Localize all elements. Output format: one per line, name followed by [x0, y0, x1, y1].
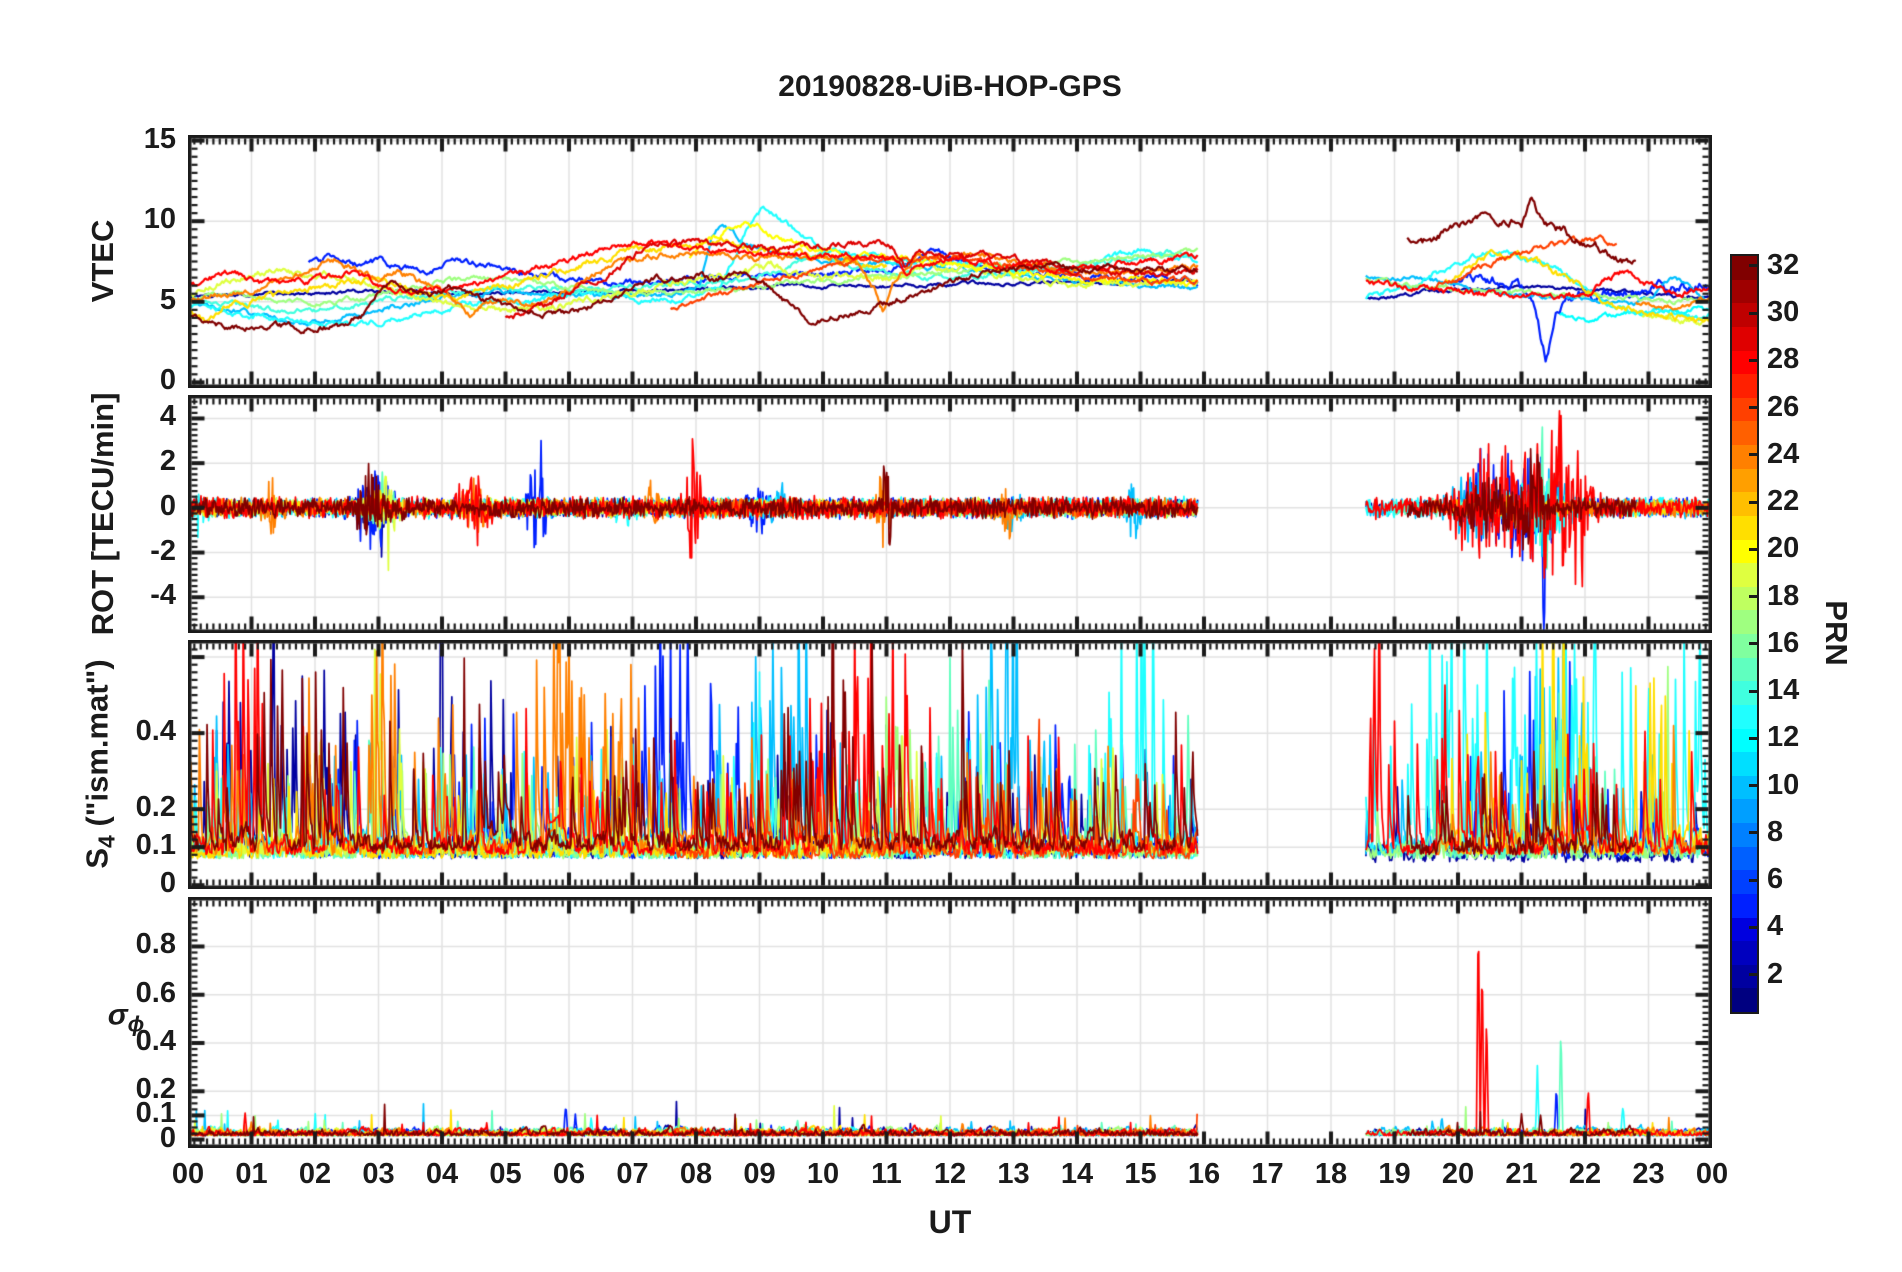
colorbar-tick-mark	[1749, 973, 1757, 977]
colorbar-band	[1732, 799, 1757, 823]
colorbar-band	[1732, 445, 1757, 469]
colorbar-band	[1732, 350, 1757, 375]
colorbar-band	[1732, 988, 1757, 1012]
colorbar-band	[1732, 539, 1757, 564]
colorbar-tick-label: 30	[1767, 296, 1800, 329]
colorbar-tick-label: 26	[1767, 390, 1800, 423]
colorbar-band	[1732, 279, 1757, 304]
colorbar-band	[1732, 586, 1757, 611]
y-tick-label: 0.4	[135, 715, 176, 748]
colorbar-band	[1732, 326, 1757, 351]
y-tick-label: 0	[159, 489, 176, 522]
colorbar-tick-mark	[1749, 453, 1757, 457]
prn-colorbar	[1730, 254, 1759, 1014]
rot-panel-plot	[188, 395, 1712, 633]
colorbar-band	[1732, 870, 1757, 894]
y-tick-label: 2	[159, 445, 176, 478]
colorbar-tick-mark	[1749, 547, 1757, 551]
y-tick-label: 0.2	[135, 791, 176, 824]
plot-title: 20190828-UiB-HOP-GPS	[778, 70, 1122, 103]
colorbar-tick-mark	[1749, 689, 1757, 693]
colorbar-band	[1732, 374, 1757, 398]
colorbar-tick-label: 10	[1767, 768, 1800, 801]
colorbar-band	[1732, 893, 1757, 918]
colorbar-band	[1732, 303, 1757, 327]
y-tick-label: 0.8	[135, 928, 176, 961]
y-tick-label: 0.1	[135, 829, 176, 862]
vtec-panel-plot	[188, 135, 1712, 388]
y-tick-label: 0	[159, 364, 176, 397]
figure-window: 20190828-UiB-HOP-GPS VTEC ROT [TECU/min]…	[0, 0, 1902, 1272]
colorbar-tick-mark	[1749, 358, 1757, 362]
y-tick-label: -2	[150, 534, 176, 567]
colorbar-band	[1732, 492, 1757, 516]
x-axis-label: UT	[928, 1204, 972, 1240]
s4-panel-plot	[188, 640, 1712, 889]
colorbar-tick-label: 8	[1767, 815, 1784, 848]
colorbar-tick-label: 4	[1767, 910, 1784, 943]
colorbar-tick-mark	[1749, 406, 1757, 410]
colorbar-band	[1732, 681, 1757, 705]
colorbar-tick-label: 22	[1767, 485, 1800, 518]
colorbar-tick-label: 20	[1767, 532, 1800, 565]
colorbar-band	[1732, 964, 1757, 989]
y-tick-label: 5	[159, 283, 176, 316]
colorbar-tick-mark	[1749, 831, 1757, 835]
colorbar-band	[1732, 704, 1757, 729]
colorbar-band	[1732, 917, 1757, 942]
colorbar-tick-mark	[1749, 878, 1757, 882]
colorbar-band	[1732, 775, 1757, 800]
x-tick-label: 00	[1695, 1158, 1729, 1190]
colorbar-band	[1732, 610, 1757, 634]
colorbar-tick-label: 14	[1767, 674, 1800, 707]
y-tick-label: 10	[143, 203, 176, 236]
colorbar-tick-mark	[1749, 784, 1757, 788]
colorbar-tick-mark	[1749, 736, 1757, 740]
colorbar-tick-label: 28	[1767, 343, 1800, 376]
colorbar-band	[1732, 468, 1757, 493]
colorbar-title: PRN	[1819, 600, 1854, 666]
colorbar-tick-label: 24	[1767, 437, 1800, 470]
colorbar-tick-mark	[1749, 642, 1757, 646]
y-tick-label: 0.2	[135, 1073, 176, 1106]
colorbar-tick-label: 6	[1767, 863, 1784, 896]
colorbar-tick-mark	[1749, 264, 1757, 268]
colorbar-tick-mark	[1749, 311, 1757, 315]
y-tick-label: 0.4	[135, 1025, 176, 1057]
colorbar-tick-label: 12	[1767, 721, 1800, 754]
colorbar-band	[1732, 634, 1757, 658]
y-tick-label: 0.6	[135, 976, 176, 1009]
colorbar-band	[1732, 256, 1757, 280]
y-tick-label: 4	[159, 400, 176, 433]
colorbar-band	[1732, 823, 1757, 847]
colorbar-tick-label: 32	[1767, 248, 1800, 281]
colorbar-tick-label: 2	[1767, 957, 1784, 990]
y-tick-label: 0	[159, 867, 176, 900]
colorbar-band	[1732, 421, 1757, 445]
colorbar-tick-mark	[1749, 925, 1757, 929]
colorbar-tick-mark	[1749, 595, 1757, 599]
colorbar-band	[1732, 941, 1757, 965]
colorbar-tick-mark	[1749, 500, 1757, 504]
colorbar-band	[1732, 563, 1757, 587]
sigma-phi-panel-plot	[188, 897, 1712, 1148]
y-tick-label: 15	[143, 122, 176, 155]
colorbar-band	[1732, 728, 1757, 753]
colorbar-band	[1732, 397, 1757, 422]
y-tick-label: -4	[150, 579, 176, 612]
colorbar-band	[1732, 752, 1757, 776]
colorbar-band	[1732, 846, 1757, 871]
colorbar-band	[1732, 657, 1757, 682]
colorbar-band	[1732, 515, 1757, 540]
